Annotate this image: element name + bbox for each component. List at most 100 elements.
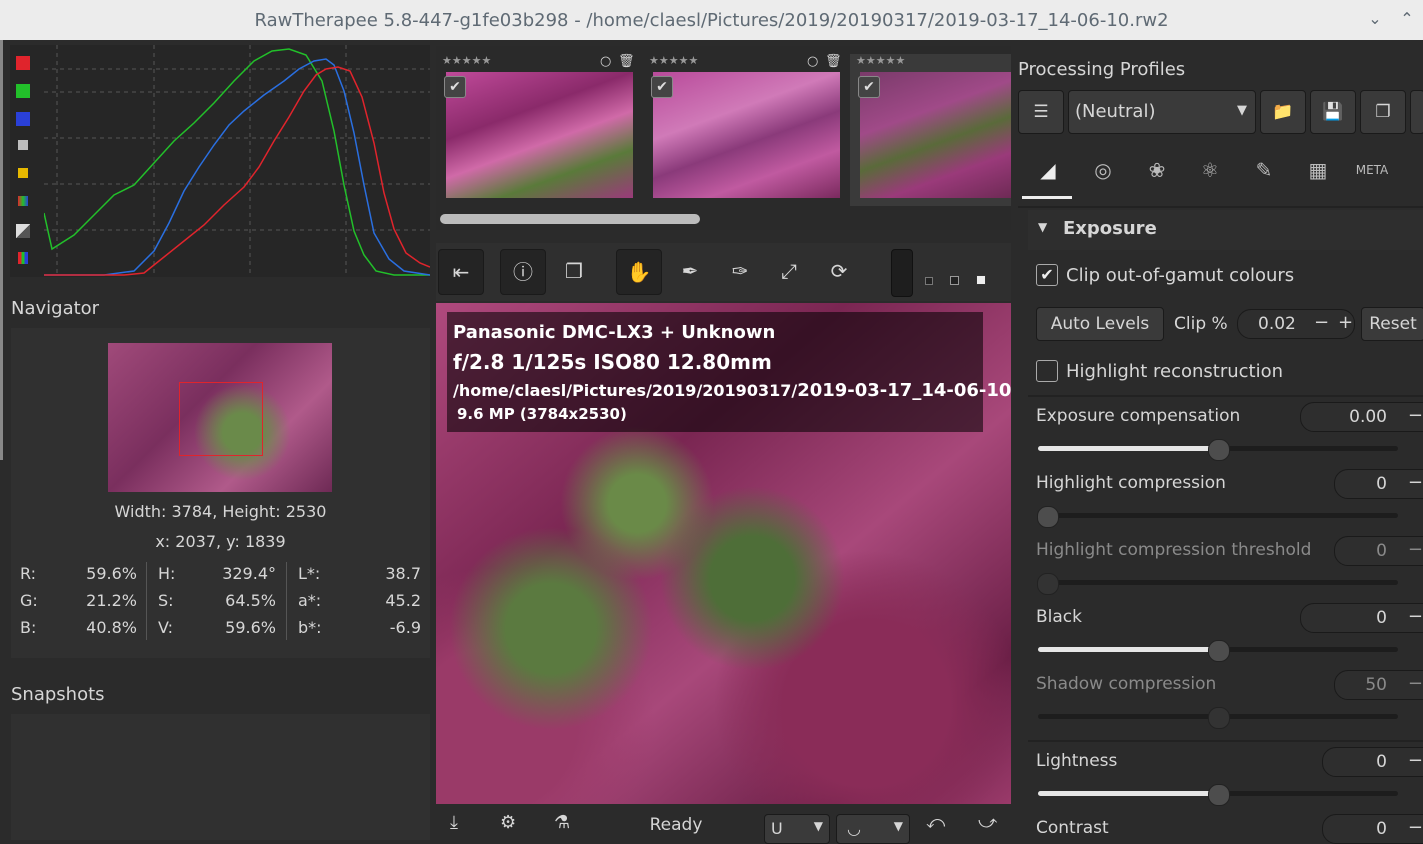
- minus-icon[interactable]: −: [1408, 817, 1423, 838]
- info-button[interactable]: ⓘ: [500, 249, 546, 295]
- lightness-knob[interactable]: [1208, 784, 1230, 806]
- hide-left-panel-button[interactable]: ⇤: [438, 249, 484, 295]
- open-profile-button[interactable]: 📁: [1260, 90, 1306, 134]
- rating-stars[interactable]: ★★★★★: [442, 54, 491, 67]
- histogram-red-toggle[interactable]: [16, 56, 30, 70]
- filmstrip-thumb[interactable]: ★★★★★ ○ 🗑 ✔: [643, 54, 842, 206]
- shadow-compression-spinner[interactable]: 50 −: [1334, 670, 1423, 700]
- minus-icon[interactable]: −: [1408, 606, 1423, 627]
- preview-size-medium[interactable]: [950, 276, 959, 285]
- tab-metadata[interactable]: META: [1352, 150, 1392, 190]
- tab-raw[interactable]: ▦: [1298, 150, 1338, 190]
- minus-icon[interactable]: −: [1408, 750, 1423, 771]
- minimize-button[interactable]: ⌄: [1362, 6, 1388, 32]
- reject-icon[interactable]: ○: [600, 54, 611, 69]
- lightness-spinner[interactable]: 0−: [1322, 747, 1423, 777]
- exposure-compensation-knob[interactable]: [1208, 439, 1230, 461]
- color-picker-button[interactable]: ✑: [718, 249, 762, 293]
- minus-icon[interactable]: −: [1408, 405, 1423, 426]
- straighten-tool-button[interactable]: ⟳: [817, 249, 861, 293]
- snapshots-list[interactable]: [11, 714, 430, 840]
- list-icon: ☰: [1033, 102, 1049, 122]
- rating-stars[interactable]: ★★★★★: [649, 54, 698, 67]
- reset-button[interactable]: Reset: [1361, 307, 1423, 341]
- filmstrip-scrollbar[interactable]: [440, 214, 700, 224]
- value-label: R:: [20, 564, 37, 583]
- rotate-left-icon[interactable]: ⤺: [926, 812, 945, 833]
- tab-exposure[interactable]: ◢: [1028, 150, 1068, 190]
- clip-gamut-checkbox[interactable]: ✔: [1036, 264, 1058, 286]
- editor-icon[interactable]: ⚗: [554, 812, 570, 833]
- shadow-compression-knob[interactable]: [1208, 707, 1230, 729]
- histogram-chroma-toggle[interactable]: [18, 168, 28, 178]
- thumb-select-checkbox[interactable]: ✔: [444, 76, 466, 98]
- minus-icon[interactable]: −: [1408, 673, 1423, 694]
- black-knob[interactable]: [1208, 640, 1230, 662]
- slider-value: 0: [1376, 819, 1387, 839]
- plus-icon[interactable]: +: [1338, 312, 1353, 333]
- profile-list-button[interactable]: ☰: [1018, 90, 1064, 134]
- thumb-select-checkbox[interactable]: ✔: [858, 76, 880, 98]
- histogram-raw-toggle[interactable]: [18, 196, 28, 206]
- before-after-button[interactable]: ❐: [552, 249, 596, 293]
- preview-size-large[interactable]: [976, 275, 986, 285]
- white-balance-picker-button[interactable]: ✒: [668, 249, 712, 293]
- chevron-down-icon: ▼: [893, 819, 903, 833]
- preview-size-small[interactable]: [925, 277, 933, 285]
- divider: [1028, 740, 1423, 742]
- exposure-header[interactable]: ▼ Exposure: [1028, 210, 1423, 250]
- exposure-compensation-spinner[interactable]: 0.00 −: [1300, 402, 1423, 432]
- filmstrip-thumb-selected[interactable]: ★★★★★ ✔: [850, 54, 1011, 206]
- save-profile-button[interactable]: 💾: [1310, 90, 1356, 134]
- preview-mode-toggle[interactable]: [891, 249, 913, 297]
- highlight-threshold-knob[interactable]: [1037, 573, 1059, 595]
- thumb-select-checkbox[interactable]: ✔: [651, 76, 673, 98]
- paste-profile-button[interactable]: [1410, 90, 1423, 134]
- copy-profile-button[interactable]: ❐: [1360, 90, 1406, 134]
- highlight-threshold-track[interactable]: [1038, 580, 1398, 585]
- profile-select[interactable]: (Neutral) ▼: [1068, 90, 1256, 134]
- left-edge-handle[interactable]: [0, 40, 3, 460]
- highlight-compression-spinner[interactable]: 0−: [1334, 469, 1423, 499]
- save-icon[interactable]: ⤓: [450, 812, 458, 833]
- image-info-overlay: Panasonic DMC-LX3 + Unknown f/2.8 1/125s…: [447, 312, 1056, 432]
- filmstrip-thumb[interactable]: ★★★★★ ○ 🗑 ✔: [436, 54, 635, 206]
- trash-icon[interactable]: 🗑: [825, 54, 842, 69]
- tab-advanced[interactable]: ⚛: [1190, 150, 1230, 190]
- black-spinner[interactable]: 0−: [1300, 603, 1423, 633]
- tab-color[interactable]: ❀: [1137, 150, 1177, 190]
- chevron-down-icon: ▼: [1237, 103, 1247, 118]
- highlight-compression-knob[interactable]: [1037, 506, 1059, 528]
- chevron-up-icon: ⌃: [1400, 9, 1414, 28]
- slider-value: 50: [1365, 675, 1387, 695]
- histogram-bar-toggle[interactable]: [16, 224, 30, 238]
- histogram-blue-toggle[interactable]: [16, 112, 30, 126]
- clip-percent-spinner[interactable]: 0.02 − +: [1237, 309, 1355, 339]
- histogram-mode-toggle[interactable]: [18, 252, 28, 264]
- auto-levels-button[interactable]: Auto Levels: [1036, 307, 1164, 341]
- histogram-green-toggle[interactable]: [16, 84, 30, 98]
- highlight-reconstruction-checkbox[interactable]: [1036, 360, 1058, 382]
- rating-stars[interactable]: ★★★★★: [856, 54, 905, 67]
- rotate-right-icon[interactable]: ⤻: [978, 812, 997, 833]
- crop-tool-button[interactable]: ⤢: [767, 249, 811, 293]
- file-path-prefix: /home/claesl/Pictures/2019/20190317/: [453, 381, 798, 400]
- highlight-threshold-spinner[interactable]: 0−: [1334, 536, 1423, 566]
- value-r: 59.6%: [86, 564, 137, 583]
- status-bar: ⤓ ⚙ ⚗ Ready U ▼ ◡ ▼ ⤺ ⤻: [436, 806, 1011, 844]
- minus-icon[interactable]: −: [1408, 539, 1423, 560]
- minus-icon[interactable]: −: [1408, 472, 1423, 493]
- queue-icon[interactable]: ⚙: [500, 812, 516, 833]
- highlight-compression-track[interactable]: [1038, 513, 1398, 518]
- tab-detail[interactable]: ◎: [1083, 150, 1123, 190]
- value-s: 64.5%: [225, 591, 276, 610]
- tab-transform[interactable]: ✎: [1244, 150, 1284, 190]
- navigator-viewport-rect[interactable]: [179, 382, 263, 456]
- minus-icon[interactable]: −: [1314, 312, 1329, 333]
- navigator-size: Width: 3784, Height: 2530: [114, 502, 327, 521]
- trash-icon[interactable]: 🗑: [618, 54, 635, 69]
- maximize-button[interactable]: ⌃: [1394, 6, 1420, 32]
- hand-tool-button[interactable]: ✋: [616, 249, 662, 295]
- histogram-luminance-toggle[interactable]: [18, 140, 28, 150]
- reject-icon[interactable]: ○: [807, 54, 818, 69]
